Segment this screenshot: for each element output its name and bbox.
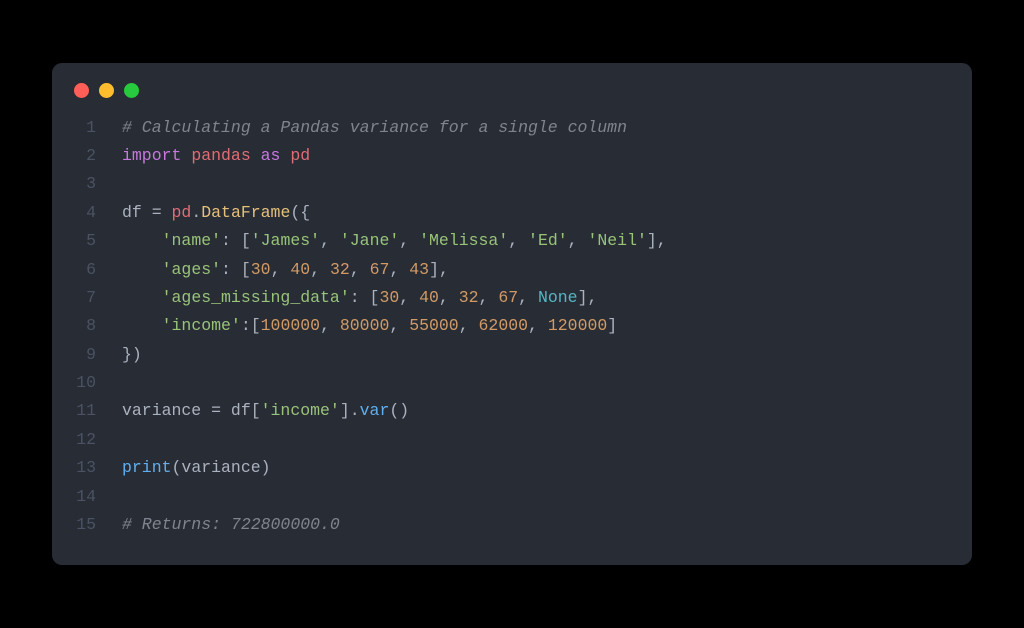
line-number: 3 xyxy=(52,170,122,198)
line-source: # Returns: 722800000.0 xyxy=(122,511,340,539)
code-line: 9}) xyxy=(52,341,972,369)
line-number: 2 xyxy=(52,142,122,170)
line-number: 11 xyxy=(52,397,122,425)
code-line: 5 'name': ['James', 'Jane', 'Melissa', '… xyxy=(52,227,972,255)
line-source: # Calculating a Pandas variance for a si… xyxy=(122,114,627,142)
code-line: 13print(variance) xyxy=(52,454,972,482)
line-number: 15 xyxy=(52,511,122,539)
line-number: 6 xyxy=(52,256,122,284)
code-line: 6 'ages': [30, 40, 32, 67, 43], xyxy=(52,256,972,284)
line-number: 9 xyxy=(52,341,122,369)
line-source: 'name': ['James', 'Jane', 'Melissa', 'Ed… xyxy=(122,227,667,255)
line-number: 13 xyxy=(52,454,122,482)
line-source: 'ages_missing_data': [30, 40, 32, 67, No… xyxy=(122,284,597,312)
code-line: 8 'income':[100000, 80000, 55000, 62000,… xyxy=(52,312,972,340)
line-number: 7 xyxy=(52,284,122,312)
line-source: }) xyxy=(122,341,142,369)
line-number: 14 xyxy=(52,483,122,511)
code-line: 15# Returns: 722800000.0 xyxy=(52,511,972,539)
code-line: 12 xyxy=(52,426,972,454)
line-source: import pandas as pd xyxy=(122,142,310,170)
window-zoom-icon[interactable] xyxy=(124,83,139,98)
code-editor: 1# Calculating a Pandas variance for a s… xyxy=(52,108,972,540)
code-line: 7 'ages_missing_data': [30, 40, 32, 67, … xyxy=(52,284,972,312)
line-source: 'ages': [30, 40, 32, 67, 43], xyxy=(122,256,449,284)
window-minimize-icon[interactable] xyxy=(99,83,114,98)
line-number: 12 xyxy=(52,426,122,454)
code-line: 3 xyxy=(52,170,972,198)
line-number: 1 xyxy=(52,114,122,142)
code-window: 1# Calculating a Pandas variance for a s… xyxy=(52,63,972,566)
window-close-icon[interactable] xyxy=(74,83,89,98)
code-line: 4df = pd.DataFrame({ xyxy=(52,199,972,227)
line-number: 5 xyxy=(52,227,122,255)
code-line: 1# Calculating a Pandas variance for a s… xyxy=(52,114,972,142)
code-line: 11variance = df['income'].var() xyxy=(52,397,972,425)
line-source: variance = df['income'].var() xyxy=(122,397,409,425)
line-source: print(variance) xyxy=(122,454,271,482)
line-number: 8 xyxy=(52,312,122,340)
line-number: 4 xyxy=(52,199,122,227)
line-number: 10 xyxy=(52,369,122,397)
code-line: 2import pandas as pd xyxy=(52,142,972,170)
line-source: df = pd.DataFrame({ xyxy=(122,199,310,227)
line-source: 'income':[100000, 80000, 55000, 62000, 1… xyxy=(122,312,617,340)
code-line: 10 xyxy=(52,369,972,397)
window-titlebar xyxy=(52,63,972,108)
code-line: 14 xyxy=(52,483,972,511)
